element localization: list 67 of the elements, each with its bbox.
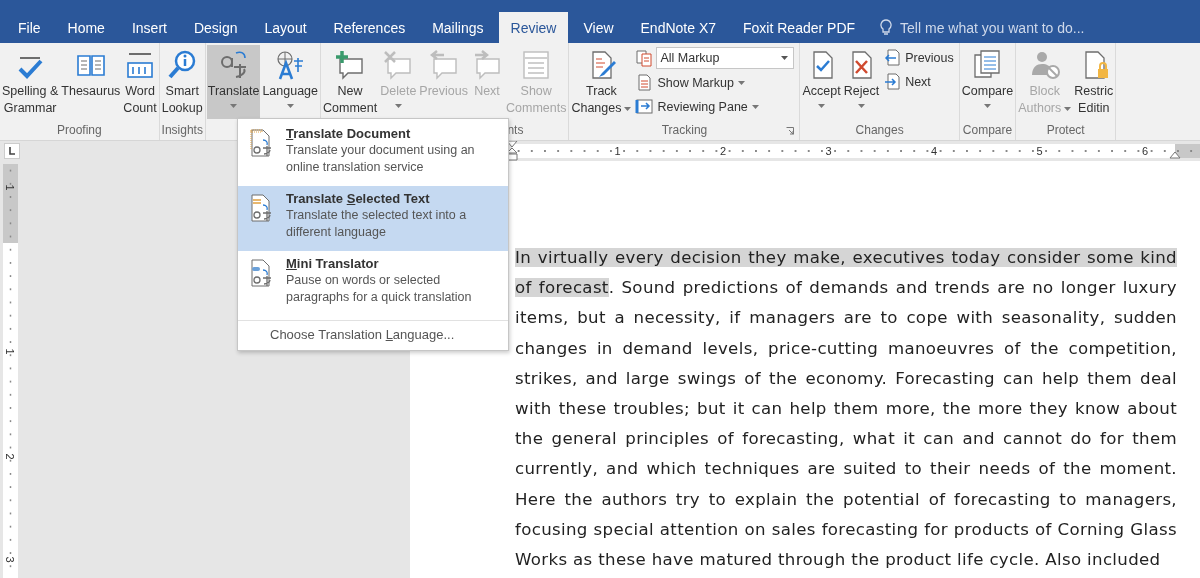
ribbon-tab[interactable]: EndNote X7 (628, 12, 729, 43)
ruler-number: 2 (719, 144, 728, 158)
ribbon-tab[interactable]: Review (498, 12, 569, 43)
dropdown-value: All Markup (660, 51, 720, 65)
ribbon-tab[interactable]: Layout (252, 12, 319, 43)
previous-icon (883, 48, 902, 67)
ruler-number: 1 (3, 348, 15, 355)
ruler-number: 1 (3, 184, 15, 191)
next-icon (883, 72, 902, 91)
ribbon-tab[interactable]: File (6, 12, 53, 43)
caret-icon (781, 56, 789, 60)
menu-item-title: Mini Translator (286, 256, 380, 271)
ribbon-button[interactable]: Track Changes (570, 45, 633, 119)
ribbon-button[interactable]: Reject (842, 45, 881, 119)
ruler-number: 1 (613, 144, 622, 158)
group-label: Insights (161, 123, 203, 137)
group-label: Protect (1046, 123, 1085, 137)
ribbon-button[interactable]: Previous (883, 47, 954, 68)
indent-marker-icon[interactable] (1169, 151, 1181, 159)
lightbulb-icon (880, 19, 893, 36)
ribbon-button[interactable]: Next (883, 71, 954, 92)
ribbon-button[interactable]: Spelling & Grammar (1, 45, 60, 119)
ruler-number: 3 (824, 144, 833, 158)
menu-item[interactable]: Choose Translation Language... (238, 320, 508, 348)
ribbon-tab[interactable]: Home (55, 12, 117, 43)
ribbon-tab[interactable]: Insert (119, 12, 179, 43)
group-label: Compare (962, 123, 1013, 137)
ribbon-button[interactable]: Accept (801, 45, 842, 119)
document-paragraph: In virtually every decision they make, executives today consider some kind of forecast. Sound predictions of demands and trends are no longer luxury items, but a necessity, if managers are to cope with seasonality, sudden changes in demand levels, price-cutting manoeuvres of the competition, strikes, and large swings of the economy. Forecasting can help them deal with these troubles; but it can help them more, the more they know about the general principles of forecasting, what it can and cannot do for them currently, and which techniques are suited to their needs of the moment. Here the authors try to explain the potential of forecasting to managers, focusing special attention on sales forecasting for products of Corning Glass Works as these have matured through the product life cycle. Also included (515, 247, 1177, 572)
group-label: Tracking (661, 123, 708, 137)
ruler-number: 6 (1141, 144, 1150, 158)
ribbon-button[interactable]: Word Count (122, 45, 158, 119)
ribbon-button[interactable]: Show Markup (635, 72, 795, 93)
tell-me-field[interactable]: Tell me what you want to do... (898, 18, 1133, 37)
markup-icon (635, 48, 654, 68)
ribbon-button[interactable]: Restric Editin (1073, 45, 1115, 119)
ruler-number: 4 (930, 144, 939, 158)
ribbon-button[interactable]: New Comment (322, 45, 379, 119)
ribbon-button[interactable]: Translate (206, 45, 261, 119)
menu-item-title: Translate Document (286, 126, 412, 141)
ribbon-tab[interactable]: Design (181, 12, 250, 43)
menu-item[interactable]: Translate Document Translate your document using an online translation service (238, 121, 508, 186)
ribbon-tab[interactable]: Mailings (420, 12, 496, 43)
ribbon-button[interactable]: Thesaurus (60, 45, 122, 119)
group-label: Changes (855, 123, 904, 137)
menu-item-description: Translate your document using an online translation service (286, 142, 476, 176)
ribbon-button[interactable]: Compare (960, 45, 1015, 119)
markup-dropdown[interactable]: All Markup (656, 47, 795, 69)
ribbon-button[interactable]: Language (261, 45, 319, 119)
document-icon (635, 73, 654, 92)
tab-stop-icon[interactable] (4, 143, 20, 159)
ruler-number: 2 (3, 453, 15, 460)
group-label: Proofing (57, 123, 102, 137)
ruler-number: 5 (1035, 144, 1044, 158)
menu-item[interactable]: Mini Translator Pause on words or selected paragraphs for a quick translation (238, 251, 508, 316)
ribbon-button[interactable]: Reviewing Pane (635, 96, 795, 117)
dialog-launcher-icon[interactable] (786, 127, 795, 135)
ribbon-tab[interactable]: References (321, 12, 418, 43)
menu-item-title: Translate Selected Text (286, 191, 431, 206)
pane-icon (635, 97, 654, 116)
menu-item-description: Translate the selected text into a different language (286, 207, 468, 241)
ribbon-tab[interactable]: View (571, 12, 626, 43)
menu-item-description: Pause on words or selected paragraphs for a quick translation (286, 272, 473, 306)
ruler-number: 3 (3, 556, 15, 563)
ribbon-tab[interactable]: Foxit Reader PDF (731, 12, 868, 43)
menu-item[interactable]: Translate Selected Text Translate the selected text into a different language (238, 186, 508, 251)
ribbon-button[interactable]: Smart Lookup (160, 45, 204, 119)
